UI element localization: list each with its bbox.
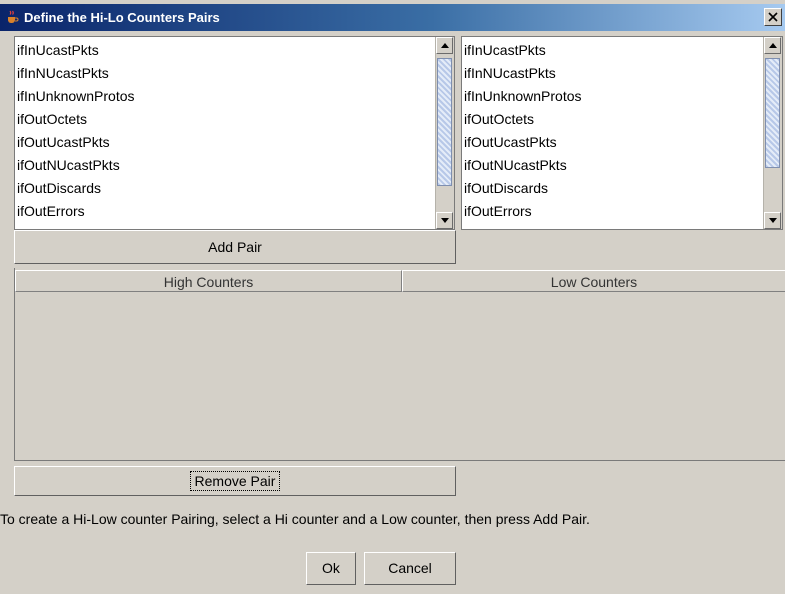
low-list-scroll-up-button[interactable] bbox=[764, 37, 781, 54]
list-item[interactable]: ifInUnknownProtos bbox=[462, 85, 582, 108]
close-icon bbox=[768, 12, 778, 22]
scroll-up-arrow-icon bbox=[441, 43, 449, 48]
pairs-table[interactable]: High Counters Low Counters bbox=[14, 268, 785, 461]
list-item[interactable]: ifOutErrors bbox=[462, 200, 582, 223]
list-item[interactable]: ifInUcastPkts bbox=[462, 39, 582, 62]
list-item[interactable]: ifOutDiscards bbox=[462, 177, 582, 200]
dialog-window: Define the Hi-Lo Counters Pairs ifInUcas… bbox=[0, 0, 785, 594]
high-counter-list[interactable]: ifInUcastPkts ifInNUcastPkts ifInUnknownPr… bbox=[14, 36, 455, 230]
list-item[interactable]: ifOutErrors bbox=[15, 200, 135, 223]
high-counters-column-header[interactable]: High Counters bbox=[15, 270, 402, 292]
close-button[interactable] bbox=[764, 8, 782, 26]
low-list-scrollbar[interactable] bbox=[763, 37, 782, 229]
scroll-down-arrow-icon bbox=[441, 218, 449, 223]
title-bar[interactable]: Define the Hi-Lo Counters Pairs bbox=[0, 4, 785, 31]
java-cup-icon bbox=[5, 10, 19, 24]
list-item[interactable]: ifInUcastPkts bbox=[15, 39, 135, 62]
scroll-up-arrow-icon bbox=[769, 43, 777, 48]
cancel-button[interactable]: Cancel bbox=[364, 552, 456, 585]
scroll-down-arrow-icon bbox=[769, 218, 777, 223]
instruction-text: To create a Hi-Low counter Pairing, sele… bbox=[0, 511, 590, 527]
list-item[interactable]: ifOutDiscards bbox=[15, 177, 135, 200]
low-list-scroll-down-button[interactable] bbox=[764, 212, 781, 229]
ok-button[interactable]: Ok bbox=[306, 552, 356, 585]
low-counter-list[interactable]: ifInUcastPkts ifInNUcastPkts ifInUnknownPr… bbox=[461, 36, 783, 230]
list-item[interactable]: ifOutUcastPkts bbox=[462, 131, 582, 154]
remove-pair-label: Remove Pair bbox=[189, 471, 281, 491]
list-item[interactable]: ifOutUcastPkts bbox=[15, 131, 135, 154]
list-item[interactable]: ifOutOctets bbox=[15, 108, 135, 131]
list-item[interactable]: ifInUnknownProtos bbox=[15, 85, 135, 108]
list-item[interactable]: ifInNUcastPkts bbox=[15, 62, 135, 85]
list-item[interactable]: ifOutOctets bbox=[462, 108, 582, 131]
remove-pair-button[interactable]: Remove Pair bbox=[14, 466, 456, 496]
list-item[interactable]: ifOutNUcastPkts bbox=[462, 154, 582, 177]
window-title: Define the Hi-Lo Counters Pairs bbox=[24, 10, 220, 25]
add-pair-button[interactable]: Add Pair bbox=[14, 230, 456, 264]
high-list-scroll-thumb[interactable] bbox=[437, 58, 452, 186]
list-item[interactable]: ifOutNUcastPkts bbox=[15, 154, 135, 177]
high-list-scroll-up-button[interactable] bbox=[436, 37, 453, 54]
low-counters-column-header[interactable]: Low Counters bbox=[402, 270, 785, 292]
list-item[interactable]: ifInNUcastPkts bbox=[462, 62, 582, 85]
low-list-scroll-thumb[interactable] bbox=[765, 58, 780, 168]
high-list-scrollbar[interactable] bbox=[435, 37, 454, 229]
high-list-scroll-down-button[interactable] bbox=[436, 212, 453, 229]
